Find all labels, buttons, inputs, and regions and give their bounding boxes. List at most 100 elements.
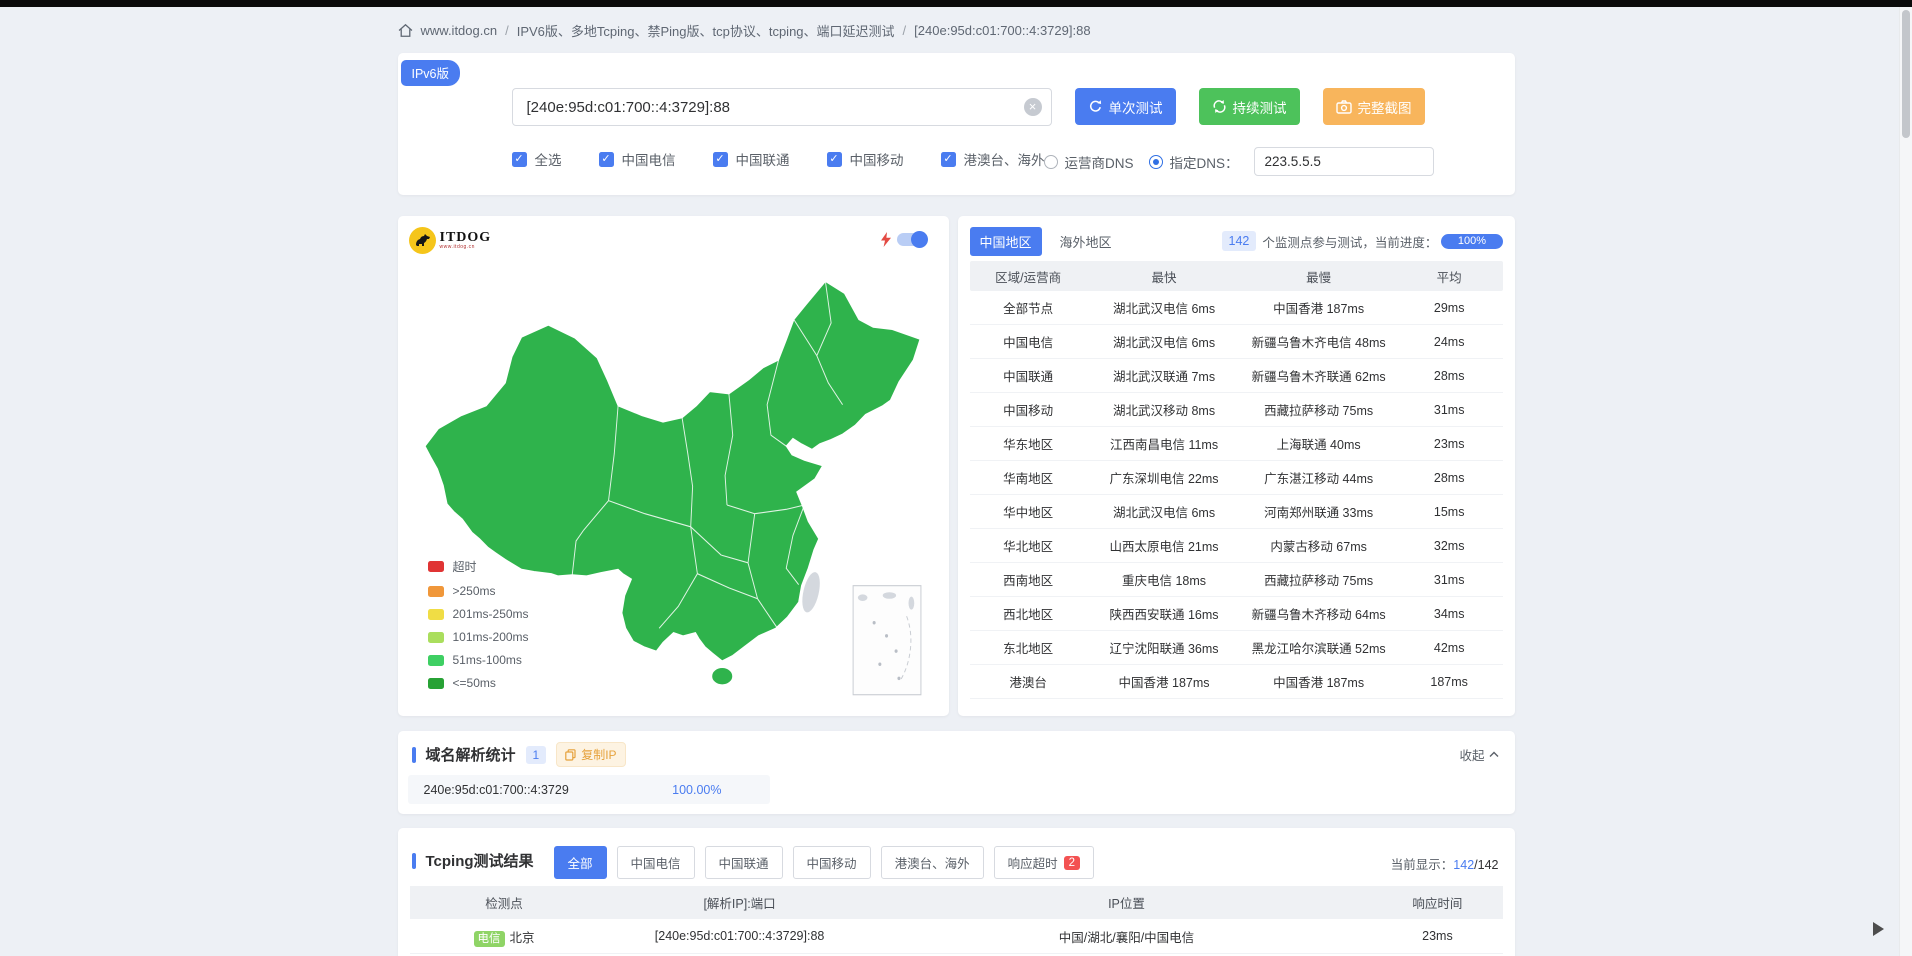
node-count-badge: 142 [1222, 231, 1257, 251]
filter-button[interactable]: 响应超时 2 [994, 846, 1094, 879]
region-tabs: 中国地区 海外地区 [970, 227, 1122, 256]
table-row[interactable]: 全部节点 湖北武汉电信 6ms 中国香港 187ms 29ms [970, 291, 1503, 325]
dns-options: 运营商DNS 指定DNS： [1044, 147, 1434, 176]
table-row[interactable]: 华北地区 山西太原电信 21ms 内蒙古移动 67ms 32ms [970, 529, 1503, 563]
refresh-icon [1088, 99, 1103, 114]
dns-stats-panel: 域名解析统计 1 复制IP 收起 240e:95d:c01:700::4:372… [398, 731, 1515, 814]
carrier-checkbox-label: 港澳台、海外 [964, 149, 1045, 169]
progress-value: 100% [1458, 235, 1486, 247]
slowest-cell: 河南郑州联通 33ms [1241, 502, 1396, 521]
filter-label: 港澳台、海外 [895, 853, 970, 872]
region-cell: 西南地区 [970, 570, 1087, 589]
copy-ip-button[interactable]: 复制IP [556, 742, 625, 767]
tcping-results-panel: Tcping测试结果 全部 中国电信 中国联通 [398, 828, 1515, 956]
corner-widget-icon[interactable] [1873, 922, 1884, 936]
table-row[interactable]: 华南地区 广东深圳电信 22ms 广东湛江移动 44ms 28ms [970, 461, 1503, 495]
fastest-cell: 湖北武汉电信 6ms [1087, 502, 1242, 521]
fastest-cell: 辽宁沈阳联通 36ms [1087, 638, 1242, 657]
tcping-table-header: 检测点 [解析IP]:端口 IP位置 响应时间 [410, 886, 1503, 919]
average-cell: 29ms [1396, 301, 1503, 315]
col-header: 区域/运营商 [970, 267, 1087, 286]
slowest-cell: 中国香港 187ms [1241, 298, 1396, 317]
carrier-checkbox[interactable]: ✓ 中国联通 [713, 149, 790, 169]
average-cell: 34ms [1396, 607, 1503, 621]
single-test-button[interactable]: 单次测试 [1075, 88, 1176, 125]
target-input[interactable] [512, 88, 1052, 126]
region-tab[interactable]: 中国地区 [970, 227, 1042, 256]
carrier-checkbox-group: ✓ 全选 ✓ 中国电信 ✓ 中国联通 ✓ 中国移动 [512, 149, 1045, 169]
copy-icon [565, 749, 576, 761]
scrollbar-thumb[interactable] [1902, 10, 1910, 138]
table-row[interactable]: 中国联通 湖北武汉联通 7ms 新疆乌鲁木齐联通 62ms 28ms [970, 359, 1503, 393]
region-cell: 华北地区 [970, 536, 1087, 555]
fastest-cell: 广东深圳电信 22ms [1087, 468, 1242, 487]
dns-stats-title-row: 域名解析统计 1 复制IP [412, 742, 626, 767]
carrier-dns-label: 运营商DNS [1065, 152, 1134, 172]
region-cell: 西北地区 [970, 604, 1087, 623]
carrier-checkbox[interactable]: ✓ 中国移动 [827, 149, 904, 169]
table-row[interactable]: 华东地区 江西南昌电信 11ms 上海联通 40ms 23ms [970, 427, 1503, 461]
checkbox-checked-icon: ✓ [827, 152, 842, 167]
region-tab[interactable]: 海外地区 [1050, 227, 1122, 256]
table-row[interactable]: 东北地区 辽宁沈阳联通 36ms 黑龙江哈尔滨联通 52ms 42ms [970, 631, 1503, 665]
breadcrumb-site[interactable]: www.itdog.cn [421, 23, 498, 38]
filter-button[interactable]: 中国移动 [793, 846, 871, 879]
map-mode-toggle[interactable] [897, 233, 927, 246]
tcping-title: Tcping测试结果 [426, 850, 534, 871]
table-row[interactable]: 电信北京 [240e:95d:c01:700::4:3729]:88 中国/湖北… [410, 919, 1503, 954]
filter-label: 中国联通 [719, 853, 769, 872]
hainan-region[interactable] [711, 667, 732, 684]
probe-city: 北京 [510, 931, 535, 945]
scrollbar[interactable] [1899, 0, 1912, 956]
screenshot-button[interactable]: 完整截图 [1323, 88, 1425, 125]
dns-stats-title: 域名解析统计 [426, 744, 516, 765]
itdog-logo[interactable]: ITDOG www.itdog.cn [409, 227, 492, 254]
tcping-table: 检测点 [解析IP]:端口 IP位置 响应时间 电信北京 [240e:95d:c… [410, 886, 1503, 954]
continuous-test-label: 持续测试 [1233, 97, 1287, 117]
average-cell: 28ms [1396, 471, 1503, 485]
slowest-cell: 西藏拉萨移动 75ms [1241, 570, 1396, 589]
table-row[interactable]: 中国电信 湖北武汉电信 6ms 新疆乌鲁木齐电信 48ms 24ms [970, 325, 1503, 359]
filter-label: 响应超时 [1008, 853, 1058, 872]
carrier-checkbox[interactable]: ✓ 中国电信 [599, 149, 676, 169]
radio-off-icon [1044, 155, 1058, 169]
legend-item: 超时 [428, 558, 529, 575]
display-count-current: 142 [1453, 858, 1474, 872]
legend-item: <=50ms [428, 676, 529, 690]
table-row[interactable]: 港澳台 中国香港 187ms 中国香港 187ms 187ms [970, 665, 1503, 699]
fastest-cell: 中国香港 187ms [1087, 672, 1242, 691]
toggle-knob [911, 231, 928, 248]
filter-button[interactable]: 中国联通 [705, 846, 783, 879]
breadcrumb-page[interactable]: IPV6版、多地Tcping、禁Ping版、tcp协议、tcping、端口延迟测… [517, 21, 895, 40]
filter-button[interactable]: 全部 [554, 846, 607, 879]
continuous-test-button[interactable]: 持续测试 [1199, 88, 1300, 125]
filter-button[interactable]: 港澳台、海外 [881, 846, 984, 879]
clear-input-icon[interactable]: × [1024, 98, 1042, 116]
collapse-label: 收起 [1459, 745, 1484, 764]
col-header: [解析IP]:端口 [599, 893, 881, 912]
dns-input[interactable] [1254, 147, 1434, 176]
legend-color-swatch [428, 655, 444, 666]
table-row[interactable]: 西南地区 重庆电信 18ms 西藏拉萨移动 75ms 31ms [970, 563, 1503, 597]
collapse-button[interactable]: 收起 [1459, 745, 1498, 764]
region-cell: 中国电信 [970, 332, 1087, 351]
custom-dns-radio[interactable]: 指定DNS： [1149, 152, 1239, 172]
tcping-title-row: Tcping测试结果 [412, 850, 534, 871]
region-cell: 中国联通 [970, 366, 1087, 385]
table-row[interactable]: 华中地区 湖北武汉电信 6ms 河南郑州联通 33ms 15ms [970, 495, 1503, 529]
fastest-cell: 陕西西安联通 16ms [1087, 604, 1242, 623]
radio-on-icon [1149, 155, 1163, 169]
average-cell: 23ms [1396, 437, 1503, 451]
carrier-checkbox[interactable]: ✓ 全选 [512, 149, 562, 169]
progress-label: 个监测点参与测试，当前进度： [1262, 232, 1437, 251]
table-row[interactable]: 中国移动 湖北武汉移动 8ms 西藏拉萨移动 75ms 31ms [970, 393, 1503, 427]
filter-button[interactable]: 中国电信 [617, 846, 695, 879]
carrier-checkbox[interactable]: ✓ 港澳台、海外 [941, 149, 1045, 169]
legend-color-swatch [428, 561, 444, 572]
slowest-cell: 内蒙古移动 67ms [1241, 536, 1396, 555]
carrier-dns-radio[interactable]: 运营商DNS [1044, 152, 1134, 172]
table-row[interactable]: 西北地区 陕西西安联通 16ms 新疆乌鲁木齐移动 64ms 34ms [970, 597, 1503, 631]
dns-entry-row[interactable]: 240e:95d:c01:700::4:3729 100.00% [408, 775, 770, 804]
average-cell: 28ms [1396, 369, 1503, 383]
legend-label: 51ms-100ms [453, 653, 522, 667]
